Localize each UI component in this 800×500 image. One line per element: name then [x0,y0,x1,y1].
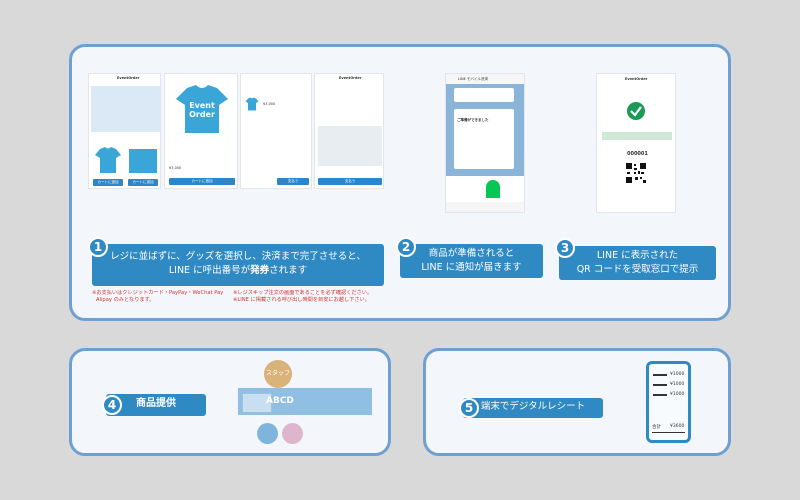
shirt-text-2: Order [189,110,215,119]
staff-badge: スタッフ [264,360,292,388]
receipt-amount-1: ¥1000 [670,372,685,377]
app-title: EventOrder [117,76,140,80]
payment-note-2: Alipay のみとなります。 [96,297,155,303]
step-2-number: 2 [396,237,416,257]
chat-bubble-1 [454,88,514,102]
step-1-number: 1 [88,237,108,257]
receipt-amount-2: ¥1000 [670,382,685,387]
screenshot-menu: EventOrder カートに追加 カートに追加 [88,73,161,189]
customer-pink [282,423,303,444]
tshirt-large: Event Order [175,84,229,134]
caution-note-1: ※レジスキップ注文の画面であることを必ず確認ください。 [233,290,373,296]
receipt-line-2 [653,384,667,386]
promo-person [486,180,500,198]
line-footer [446,202,524,212]
payment-note-1: ※お支払いはクレジットカード・PayPay・WeChat Pay [92,290,224,296]
shirt-text-1: Event [189,101,215,110]
add-cart-button-2[interactable]: カートに追加 [128,179,158,186]
ticket-code: ABCD [266,396,294,406]
payment-methods [318,126,382,166]
receipt-line-3 [653,394,667,396]
screenshot-payment: EventOrder 支払う [314,73,384,189]
receipt-amount-3: ¥1000 [670,392,685,397]
tshirt-thumb-1 [94,146,122,174]
step-4-number: 4 [102,395,122,415]
step-1-banner: レジに並ばずに、グッズを選択し、決済まで完了させると、 LINE に呼出番号が発… [92,244,384,286]
cart-price: ¥3,000 [263,102,276,106]
tshirt-cart [245,96,259,111]
step-3-number: 3 [555,238,575,258]
caution-note-2: ※LINE に掲載される呼び出し時間を目安にお越し下さい。 [233,297,370,303]
step-3-banner: LINE に表示された QR コードを受取窓口で提示 [559,246,716,280]
receipt-device: ¥1000 ¥1000 ¥1000 合計 ¥3600 [646,361,691,443]
qr-code-icon [625,162,647,184]
step-4-panel: 商品提供 4 スタッフ ABCD [69,348,391,456]
customer-blue [257,423,278,444]
step-5-banner: 端末でデジタルレシート [463,398,603,418]
add-cart-button-1[interactable]: カートに追加 [93,179,123,186]
step-2-banner: 商品が準備されると LINE に通知が届きます [400,244,543,278]
status-box [602,132,672,140]
screenshot-line-chat: LINE モバイル決済 ご準備ができました [445,73,525,213]
tshirt-thumb-2 [129,149,157,173]
step-5-label: 端末でデジタルレシート [480,401,586,412]
step-3-line-2: QR コードを受取窓口で提示 [576,264,699,275]
step-1-line-2c: されます [269,265,308,276]
pay-button[interactable]: 支払う [318,178,382,185]
receipt-divider [652,432,685,433]
check-icon [627,102,645,120]
step-5-panel: 端末でデジタルレシート 5 ¥1000 ¥1000 ¥1000 合計 ¥3600 [423,348,731,456]
checkout-button[interactable]: 支払う [277,178,309,185]
step-1-line-2a: LINE に呼出番号が [168,265,251,276]
receipt-total-label: 合計 [652,425,661,430]
screenshot-cart: ¥3,000 支払う [240,73,312,189]
receipt-total: ¥3600 [670,424,685,429]
step-5-number: 5 [459,398,479,418]
add-cart-button-detail[interactable]: カートに追加 [169,178,235,185]
step-1-line-2: LINE に呼出番号が発券されます [92,264,384,278]
steps-1-3-panel: EventOrder カートに追加 カートに追加 Event Order ¥3,… [69,44,731,321]
step-2-line-2: LINE に通知が届きます [421,262,522,273]
info-box [91,86,160,132]
payment-note: ※お支払いはクレジットカード・PayPay・WeChat Pay Alipay … [92,290,223,304]
step-1-line-2b: 発券 [250,265,270,276]
receipt-line-1 [653,374,667,376]
qr-number: 000001 [627,151,648,157]
payment-app-title: EventOrder [339,76,362,80]
screenshot-product: Event Order ¥3,000 カートに追加 [164,73,238,189]
product-price: ¥3,000 [169,166,182,170]
step-2-line-1: 商品が準備されると [428,248,515,259]
caution-note: ※レジスキップ注文の画面であることを必ず確認ください。 ※LINE に掲載される… [233,290,372,304]
line-ready-text: ご準備ができました [457,118,489,122]
step-1-line-1: レジに並ばずに、グッズを選択し、決済まで完了させると、 [110,251,366,262]
step-3-line-1: LINE に表示された [596,250,679,261]
line-back-title: LINE モバイル決済 [458,77,488,81]
qr-app-title: EventOrder [625,77,648,81]
screenshot-qr: EventOrder 000001 [596,73,676,213]
